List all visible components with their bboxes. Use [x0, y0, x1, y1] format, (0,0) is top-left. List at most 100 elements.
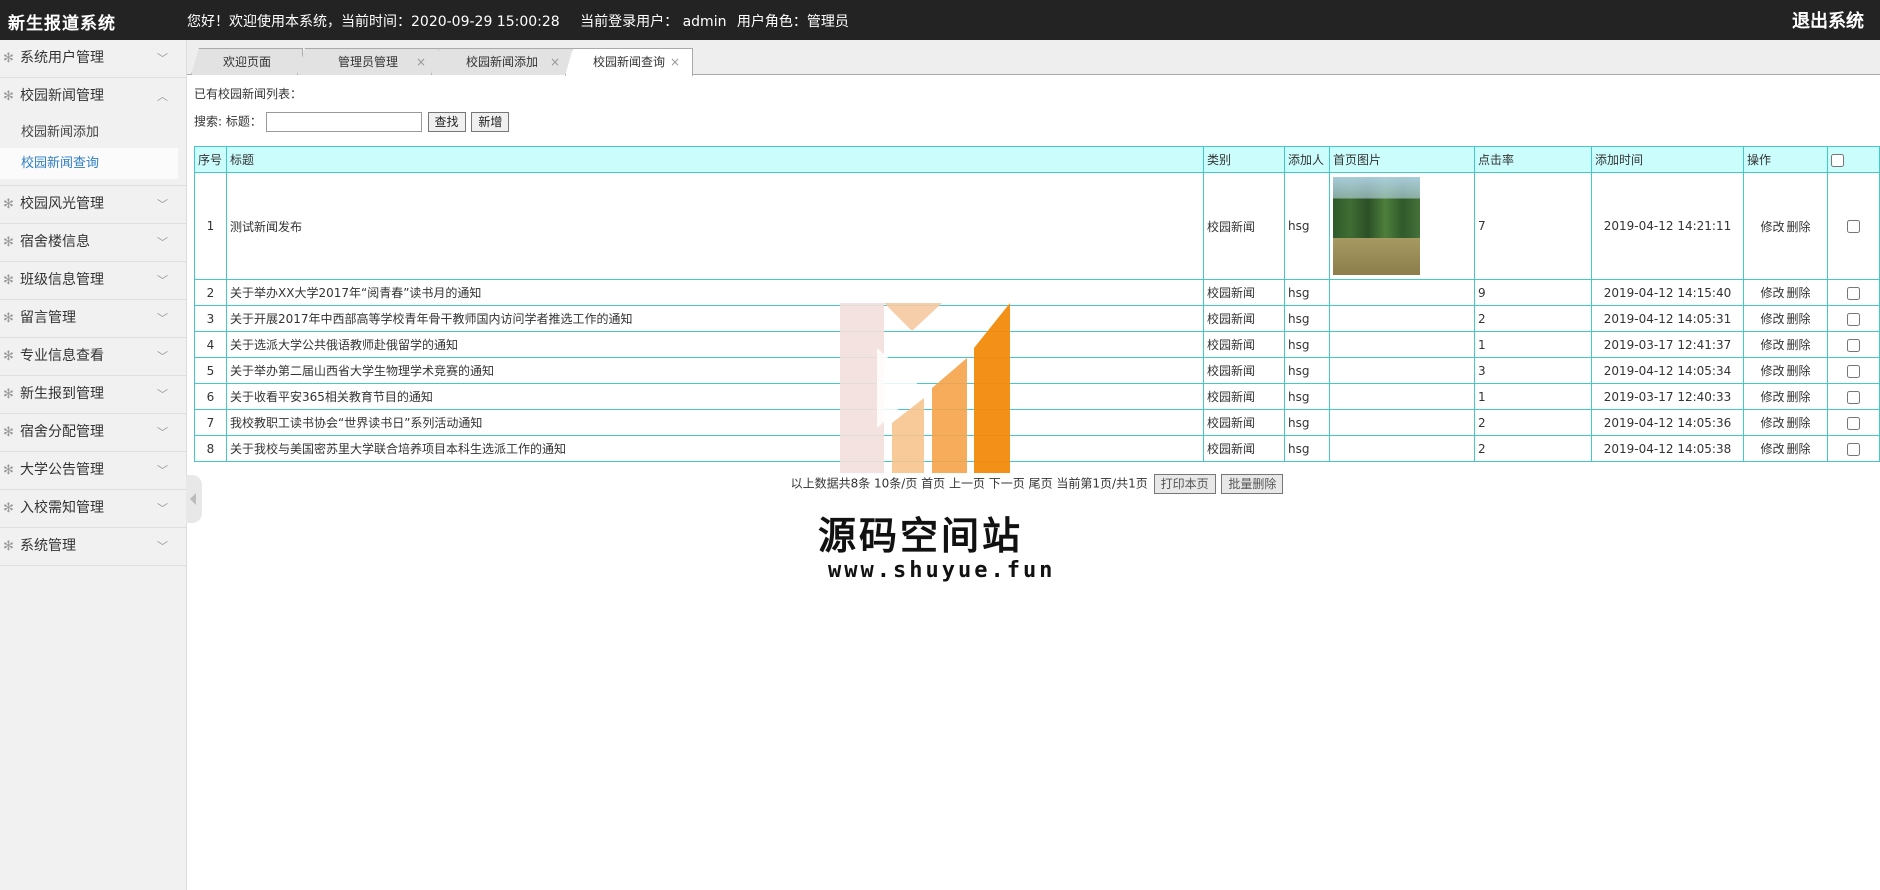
tab-news-add[interactable]: 校园新闻添加 × — [431, 48, 573, 75]
watermark-url: www.shuyue.fun — [828, 558, 1056, 583]
menu-group-system-users: ✻ 系统用户管理 ﹀ — [0, 40, 186, 78]
menu-label: 宿舍楼信息 — [20, 234, 90, 250]
menu-head-dorm-assign[interactable]: ✻ 宿舍分配管理 ﹀ — [0, 414, 186, 451]
col-header-select — [1827, 146, 1880, 173]
sidebar-item-news-add[interactable]: 校园新闻添加 — [0, 117, 178, 148]
row-checkbox[interactable] — [1847, 338, 1860, 352]
close-icon[interactable]: × — [550, 49, 560, 75]
edit-link[interactable]: 修改 — [1760, 338, 1784, 352]
cell-time: 2019-04-12 14:05:38 — [1591, 435, 1744, 462]
edit-link[interactable]: 修改 — [1760, 364, 1784, 378]
cell-title: 关于收看平安365相关教育节目的通知 — [226, 383, 1204, 410]
submenu-campus-news: 校园新闻添加 校园新闻查询 — [0, 115, 186, 185]
menu-head-campus-news[interactable]: ✻ 校园新闻管理 ︿ — [0, 78, 186, 115]
menu-head-registration[interactable]: ✻ 新生报到管理 ﹀ — [0, 376, 186, 413]
cell-clicks: 2 — [1474, 435, 1592, 462]
menu-group-dorm-assign: ✻ 宿舍分配管理 ﹀ — [0, 414, 186, 452]
menu-label: 校园风光管理 — [20, 196, 104, 212]
search-bar: 搜索: 标题： 查找 新增 — [194, 112, 510, 132]
logout-button[interactable]: 退出系统 — [1792, 7, 1864, 33]
menu-head-major-info[interactable]: ✻ 专业信息查看 ﹀ — [0, 338, 186, 375]
cell-no: 3 — [194, 305, 227, 332]
tab-strip: 欢迎页面 管理员管理 × 校园新闻添加 × 校园新闻查询 × — [187, 40, 1880, 76]
edit-link[interactable]: 修改 — [1760, 442, 1784, 456]
cell-no: 7 — [194, 409, 227, 436]
delete-link[interactable]: 删除 — [1787, 220, 1811, 234]
edit-link[interactable]: 修改 — [1760, 390, 1784, 404]
gear-icon: ✻ — [3, 349, 14, 364]
cell-ops: 修改 删除 — [1743, 409, 1828, 436]
tab-admin-manage[interactable]: 管理员管理 × — [297, 48, 439, 75]
edit-link[interactable]: 修改 — [1760, 416, 1784, 430]
gear-icon: ✻ — [3, 387, 14, 402]
cell-category: 校园新闻 — [1203, 305, 1285, 332]
chevron-down-icon: ﹀ — [157, 540, 168, 553]
cell-author: hsg — [1284, 331, 1330, 358]
select-all-checkbox[interactable] — [1831, 153, 1844, 167]
print-page-button[interactable]: 打印本页 — [1153, 474, 1216, 494]
row-checkbox[interactable] — [1847, 220, 1860, 233]
sidebar-item-news-query[interactable]: 校园新闻查询 — [0, 148, 178, 179]
chevron-down-icon: ﹀ — [157, 464, 168, 477]
row-checkbox[interactable] — [1847, 364, 1860, 378]
cell-no: 1 — [194, 172, 227, 280]
row-checkbox[interactable] — [1847, 312, 1860, 326]
delete-link[interactable]: 删除 — [1787, 286, 1811, 300]
search-button[interactable]: 查找 — [427, 112, 466, 132]
menu-head-dormitory[interactable]: ✻ 宿舍楼信息 ﹀ — [0, 224, 186, 261]
batch-delete-button[interactable]: 批量删除 — [1221, 474, 1284, 494]
chevron-down-icon: ﹀ — [157, 502, 168, 515]
cell-image — [1329, 331, 1475, 358]
add-button[interactable]: 新增 — [471, 112, 510, 132]
chevron-down-icon: ﹀ — [157, 198, 168, 211]
tab-news-query[interactable]: 校园新闻查询 × — [565, 48, 693, 76]
cell-author: hsg — [1284, 357, 1330, 384]
menu-label: 班级信息管理 — [20, 272, 104, 288]
close-icon[interactable]: × — [416, 49, 426, 75]
chevron-down-icon: ﹀ — [157, 52, 168, 65]
app-title: 新生报道系统 — [8, 14, 116, 34]
cell-clicks: 2 — [1474, 409, 1592, 436]
chevron-down-icon: ﹀ — [157, 350, 168, 363]
tab-welcome[interactable]: 欢迎页面 — [191, 48, 303, 75]
delete-link[interactable]: 删除 — [1787, 442, 1811, 456]
cell-category: 校园新闻 — [1203, 279, 1285, 306]
menu-head-announcements[interactable]: ✻ 大学公告管理 ﹀ — [0, 452, 186, 489]
delete-link[interactable]: 删除 — [1787, 312, 1811, 326]
menu-head-campus-scenery[interactable]: ✻ 校园风光管理 ﹀ — [0, 186, 186, 223]
cell-select — [1827, 409, 1880, 436]
menu-head-enrollment-notes[interactable]: ✻ 入校需知管理 ﹀ — [0, 490, 186, 527]
watermark-bar-3 — [974, 303, 1010, 473]
cell-select — [1827, 435, 1880, 462]
cell-image — [1329, 383, 1475, 410]
edit-link[interactable]: 修改 — [1760, 312, 1784, 326]
menu-group-messages: ✻ 留言管理 ﹀ — [0, 300, 186, 338]
delete-link[interactable]: 删除 — [1787, 390, 1811, 404]
delete-link[interactable]: 删除 — [1787, 416, 1811, 430]
row-checkbox[interactable] — [1847, 442, 1860, 456]
tab-label: 欢迎页面 — [222, 55, 271, 69]
menu-head-system[interactable]: ✻ 系统管理 ﹀ — [0, 528, 186, 565]
cell-title: 关于举办XX大学2017年“阅青春”读书月的通知 — [226, 279, 1204, 306]
menu-label: 留言管理 — [20, 310, 76, 326]
gear-icon: ✻ — [3, 235, 14, 250]
row-checkbox[interactable] — [1847, 416, 1860, 430]
menu-head-messages[interactable]: ✻ 留言管理 ﹀ — [0, 300, 186, 337]
watermark-logo — [840, 303, 1010, 473]
row-checkbox[interactable] — [1847, 286, 1860, 300]
menu-label: 校园新闻管理 — [20, 88, 104, 104]
row-checkbox[interactable] — [1847, 390, 1860, 404]
cell-author: hsg — [1284, 279, 1330, 306]
edit-link[interactable]: 修改 — [1760, 220, 1784, 234]
cell-no: 6 — [194, 383, 227, 410]
menu-head-class-info[interactable]: ✻ 班级信息管理 ﹀ — [0, 262, 186, 299]
cell-title: 我校教职工读书协会“世界读书日”系列活动通知 — [226, 409, 1204, 436]
edit-link[interactable]: 修改 — [1760, 286, 1784, 300]
close-icon[interactable]: × — [670, 49, 680, 75]
search-title-input[interactable] — [265, 112, 422, 132]
cell-category: 校园新闻 — [1203, 172, 1285, 280]
cell-category: 校园新闻 — [1203, 331, 1285, 358]
delete-link[interactable]: 删除 — [1787, 338, 1811, 352]
menu-head-system-users[interactable]: ✻ 系统用户管理 ﹀ — [0, 40, 186, 77]
delete-link[interactable]: 删除 — [1787, 364, 1811, 378]
